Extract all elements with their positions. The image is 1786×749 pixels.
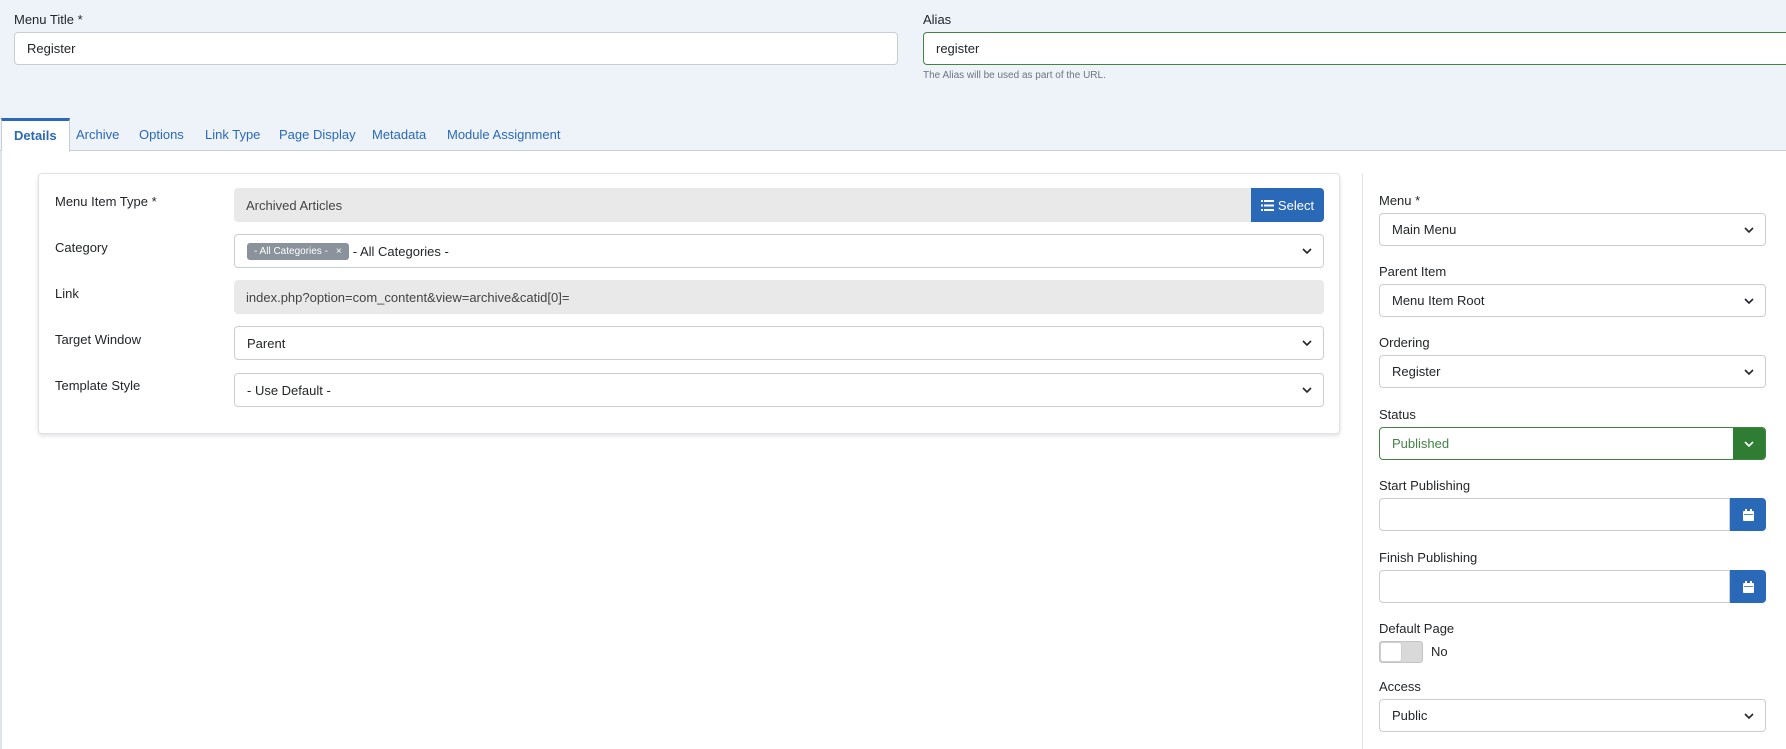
- chevron-down-icon: [1733, 356, 1765, 387]
- menu-value: Main Menu: [1392, 222, 1457, 237]
- menu-title-label: Menu Title *: [14, 12, 83, 27]
- ordering-value: Register: [1392, 364, 1441, 379]
- tab-archive[interactable]: Archive: [64, 118, 131, 151]
- menu-item-type-label: Menu Item Type *: [55, 194, 157, 209]
- default-page-value: No: [1431, 644, 1448, 659]
- details-card: Menu Item Type * Archived Articles Selec…: [38, 173, 1340, 434]
- ordering-label: Ordering: [1379, 335, 1430, 350]
- sidebar-panel: Menu * Main Menu Parent Item Menu Item R…: [1362, 173, 1786, 749]
- default-page-toggle[interactable]: [1379, 641, 1423, 663]
- menu-select[interactable]: Main Menu: [1379, 213, 1766, 246]
- category-chip-label: - All Categories -: [254, 245, 328, 257]
- ordering-select[interactable]: Register: [1379, 355, 1766, 388]
- finish-publishing-label: Finish Publishing: [1379, 550, 1478, 565]
- finish-publishing-calendar-button[interactable]: [1730, 570, 1766, 603]
- status-label: Status: [1379, 407, 1416, 422]
- chevron-down-icon: [1733, 285, 1765, 316]
- template-style-select[interactable]: - Use Default -: [234, 373, 1324, 407]
- category-value: - All Categories -: [352, 243, 449, 259]
- target-window-select[interactable]: Parent: [234, 326, 1324, 360]
- menu-title-value: Register: [27, 41, 76, 56]
- menu-item-type-field: Archived Articles Select: [234, 188, 1324, 222]
- alias-input[interactable]: register: [923, 32, 1786, 65]
- tab-page-display[interactable]: Page Display: [267, 118, 368, 151]
- link-value: index.php?option=com_content&view=archiv…: [246, 289, 570, 305]
- tab-metadata[interactable]: Metadata: [360, 118, 438, 151]
- start-publishing-label: Start Publishing: [1379, 478, 1471, 493]
- start-publishing-input[interactable]: [1379, 498, 1730, 531]
- list-icon: [1260, 199, 1274, 211]
- template-style-value: - Use Default -: [247, 382, 331, 398]
- access-value: Public: [1392, 708, 1428, 723]
- tab-options[interactable]: Options: [127, 118, 196, 151]
- access-label: Access: [1379, 679, 1421, 694]
- status-select[interactable]: Published: [1379, 427, 1766, 460]
- alias-label: Alias: [923, 12, 952, 27]
- tab-bar: Details Archive Options Link Type Page D…: [0, 118, 1786, 152]
- alias-hint: The Alias will be used as part of the UR…: [923, 70, 1106, 81]
- left-border: [0, 151, 2, 749]
- menu-item-type-value: Archived Articles: [246, 197, 343, 213]
- link-label: Link: [55, 286, 79, 301]
- tab-module-assignment[interactable]: Module Assignment: [435, 118, 572, 151]
- chevron-down-icon: [1291, 235, 1323, 267]
- default-page-label: Default Page: [1379, 621, 1455, 636]
- toggle-knob: [1381, 643, 1401, 661]
- chevron-down-icon: [1733, 428, 1765, 459]
- chevron-down-icon: [1291, 327, 1323, 359]
- link-field: index.php?option=com_content&view=archiv…: [234, 280, 1324, 314]
- category-select[interactable]: - All Categories - × - All Categories -: [234, 234, 1324, 268]
- start-publishing-calendar-button[interactable]: [1730, 498, 1766, 531]
- alias-value: register: [936, 41, 980, 56]
- template-style-label: Template Style: [55, 378, 141, 393]
- menu-label: Menu *: [1379, 193, 1421, 208]
- target-window-value: Parent: [247, 335, 286, 351]
- access-select[interactable]: Public: [1379, 699, 1766, 732]
- finish-publishing-input[interactable]: [1379, 570, 1730, 603]
- status-value: Published: [1392, 436, 1450, 451]
- target-window-label: Target Window: [55, 332, 141, 347]
- calendar-icon: [1742, 580, 1754, 593]
- parent-item-label: Parent Item: [1379, 264, 1447, 279]
- chip-remove-icon[interactable]: ×: [336, 246, 342, 257]
- tab-details[interactable]: Details: [1, 118, 70, 152]
- calendar-icon: [1742, 508, 1754, 521]
- chevron-down-icon: [1733, 214, 1765, 245]
- select-button-label: Select: [1277, 197, 1315, 213]
- select-button[interactable]: Select: [1251, 188, 1324, 222]
- category-chip[interactable]: - All Categories - ×: [247, 242, 349, 260]
- menu-title-input[interactable]: Register: [14, 32, 898, 65]
- category-label: Category: [55, 240, 108, 255]
- chevron-down-icon: [1291, 374, 1323, 406]
- parent-item-select[interactable]: Menu Item Root: [1379, 284, 1766, 317]
- parent-item-value: Menu Item Root: [1392, 293, 1485, 308]
- chevron-down-icon: [1733, 700, 1765, 731]
- tab-link-type[interactable]: Link Type: [193, 118, 272, 151]
